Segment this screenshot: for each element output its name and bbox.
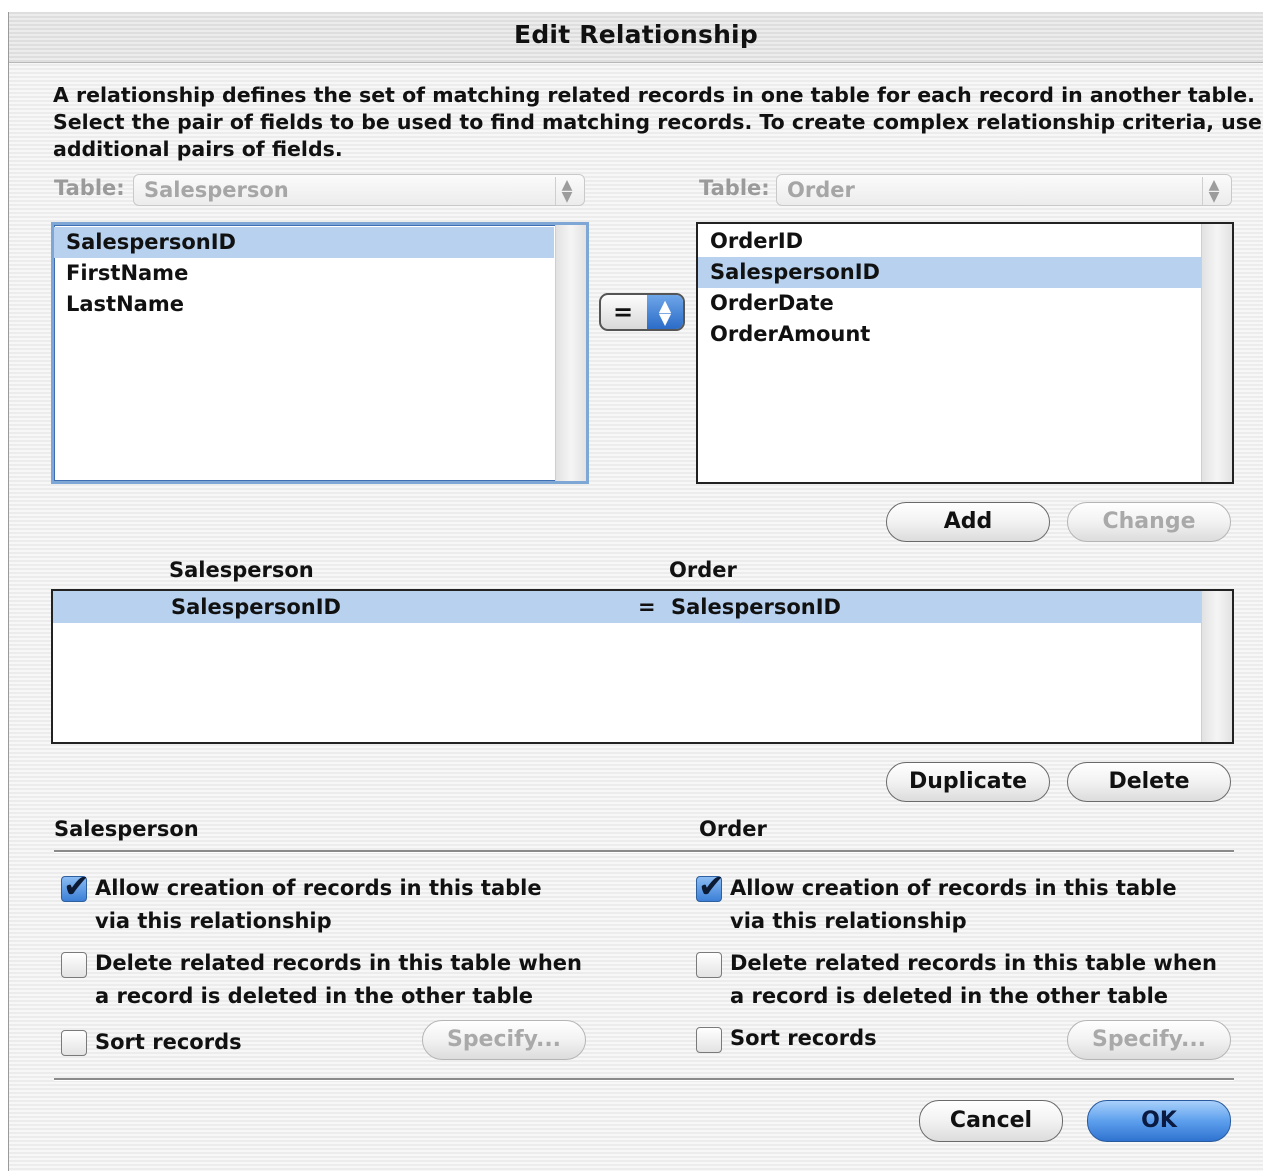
allow-creation-label-right: Allow creation of records in this table … xyxy=(730,872,1177,938)
specify-button-left[interactable]: Specify... xyxy=(422,1020,586,1060)
left-table-label: Table: xyxy=(54,176,125,200)
cancel-button[interactable]: Cancel xyxy=(919,1100,1063,1142)
add-button[interactable]: Add xyxy=(886,502,1050,542)
right-table-value: Order xyxy=(787,178,855,202)
description-line: additional pairs of fields. xyxy=(53,137,343,161)
delete-related-label-right: Delete related records in this table whe… xyxy=(730,947,1217,1013)
left-table-popup[interactable]: Salesperson ▲ ▼ xyxy=(133,174,585,206)
right-table-popup[interactable]: Order ▲ ▼ xyxy=(776,174,1232,206)
scrollbar[interactable] xyxy=(1201,591,1232,742)
edit-relationship-dialog: Edit Relationship A relationship defines… xyxy=(8,12,1263,1171)
option-line: Allow creation of records in this table xyxy=(95,876,542,900)
list-item[interactable]: FirstName xyxy=(54,258,554,289)
divider xyxy=(54,850,1234,853)
scrollbar[interactable] xyxy=(1201,224,1232,482)
scrollbar[interactable] xyxy=(555,225,586,481)
list-item[interactable]: OrderID xyxy=(698,226,1202,257)
list-item[interactable]: LastName xyxy=(54,289,554,320)
sort-records-checkbox-left[interactable] xyxy=(61,1030,87,1056)
list-item[interactable]: OrderAmount xyxy=(698,319,1202,350)
option-line: via this relationship xyxy=(730,909,967,933)
option-line: via this relationship xyxy=(95,909,332,933)
delete-related-checkbox-left[interactable] xyxy=(61,952,87,978)
allow-creation-label-left: Allow creation of records in this table … xyxy=(95,872,542,938)
left-field-list[interactable]: SalespersonID FirstName LastName xyxy=(51,222,589,484)
delete-related-checkbox-right[interactable] xyxy=(696,952,722,978)
option-line: a record is deleted in the other table xyxy=(730,984,1169,1008)
list-item-selected[interactable]: SalespersonID xyxy=(698,257,1202,288)
pairs-header-left: Salesperson xyxy=(169,558,314,582)
dialog-description: A relationship defines the set of matchi… xyxy=(53,82,1262,163)
right-options-heading: Order xyxy=(699,817,767,841)
operator-value: = xyxy=(613,298,634,326)
title-bar[interactable]: Edit Relationship xyxy=(9,12,1263,63)
sort-records-label-right: Sort records xyxy=(730,1026,877,1050)
option-line: Allow creation of records in this table xyxy=(730,876,1177,900)
option-line: Delete related records in this table whe… xyxy=(95,951,582,975)
duplicate-button[interactable]: Duplicate xyxy=(886,762,1050,802)
allow-creation-checkbox-left[interactable] xyxy=(61,867,90,905)
description-line: Select the pair of fields to be used to … xyxy=(53,110,1262,134)
table-row[interactable]: SalespersonID = SalespersonID xyxy=(53,591,1201,623)
left-table-value: Salesperson xyxy=(144,178,289,202)
list-item[interactable]: OrderDate xyxy=(698,288,1202,319)
change-button[interactable]: Change xyxy=(1067,502,1231,542)
popup-arrows-icon: ▲ ▼ xyxy=(1202,177,1225,205)
popup-arrows-icon: ▲ ▼ xyxy=(647,295,683,329)
operator-popup[interactable]: = ▲ ▼ xyxy=(599,293,685,331)
relationship-pairs-list[interactable]: SalespersonID = SalespersonID xyxy=(51,589,1234,744)
right-table-label: Table: xyxy=(699,176,770,200)
sort-records-label-left: Sort records xyxy=(95,1030,242,1054)
pair-right-field: SalespersonID xyxy=(671,595,841,619)
option-line: a record is deleted in the other table xyxy=(95,984,534,1008)
sort-records-checkbox-right[interactable] xyxy=(696,1027,722,1053)
dialog-title: Edit Relationship xyxy=(514,20,758,49)
specify-button-right[interactable]: Specify... xyxy=(1067,1020,1231,1060)
divider xyxy=(54,1078,1234,1081)
ok-button[interactable]: OK xyxy=(1087,1100,1231,1142)
popup-arrows-icon: ▲ ▼ xyxy=(555,177,578,205)
delete-related-label-left: Delete related records in this table whe… xyxy=(95,947,582,1013)
allow-creation-checkbox-right[interactable] xyxy=(696,867,725,905)
pair-left-field: SalespersonID xyxy=(171,595,341,619)
right-field-list[interactable]: OrderID SalespersonID OrderDate OrderAmo… xyxy=(696,222,1234,484)
pair-operator: = xyxy=(638,595,656,619)
left-options-heading: Salesperson xyxy=(54,817,199,841)
list-item-selected[interactable]: SalespersonID xyxy=(54,227,554,258)
pairs-header-right: Order xyxy=(669,558,737,582)
delete-button[interactable]: Delete xyxy=(1067,762,1231,802)
option-line: Delete related records in this table whe… xyxy=(730,951,1217,975)
description-line: A relationship defines the set of matchi… xyxy=(53,83,1255,107)
